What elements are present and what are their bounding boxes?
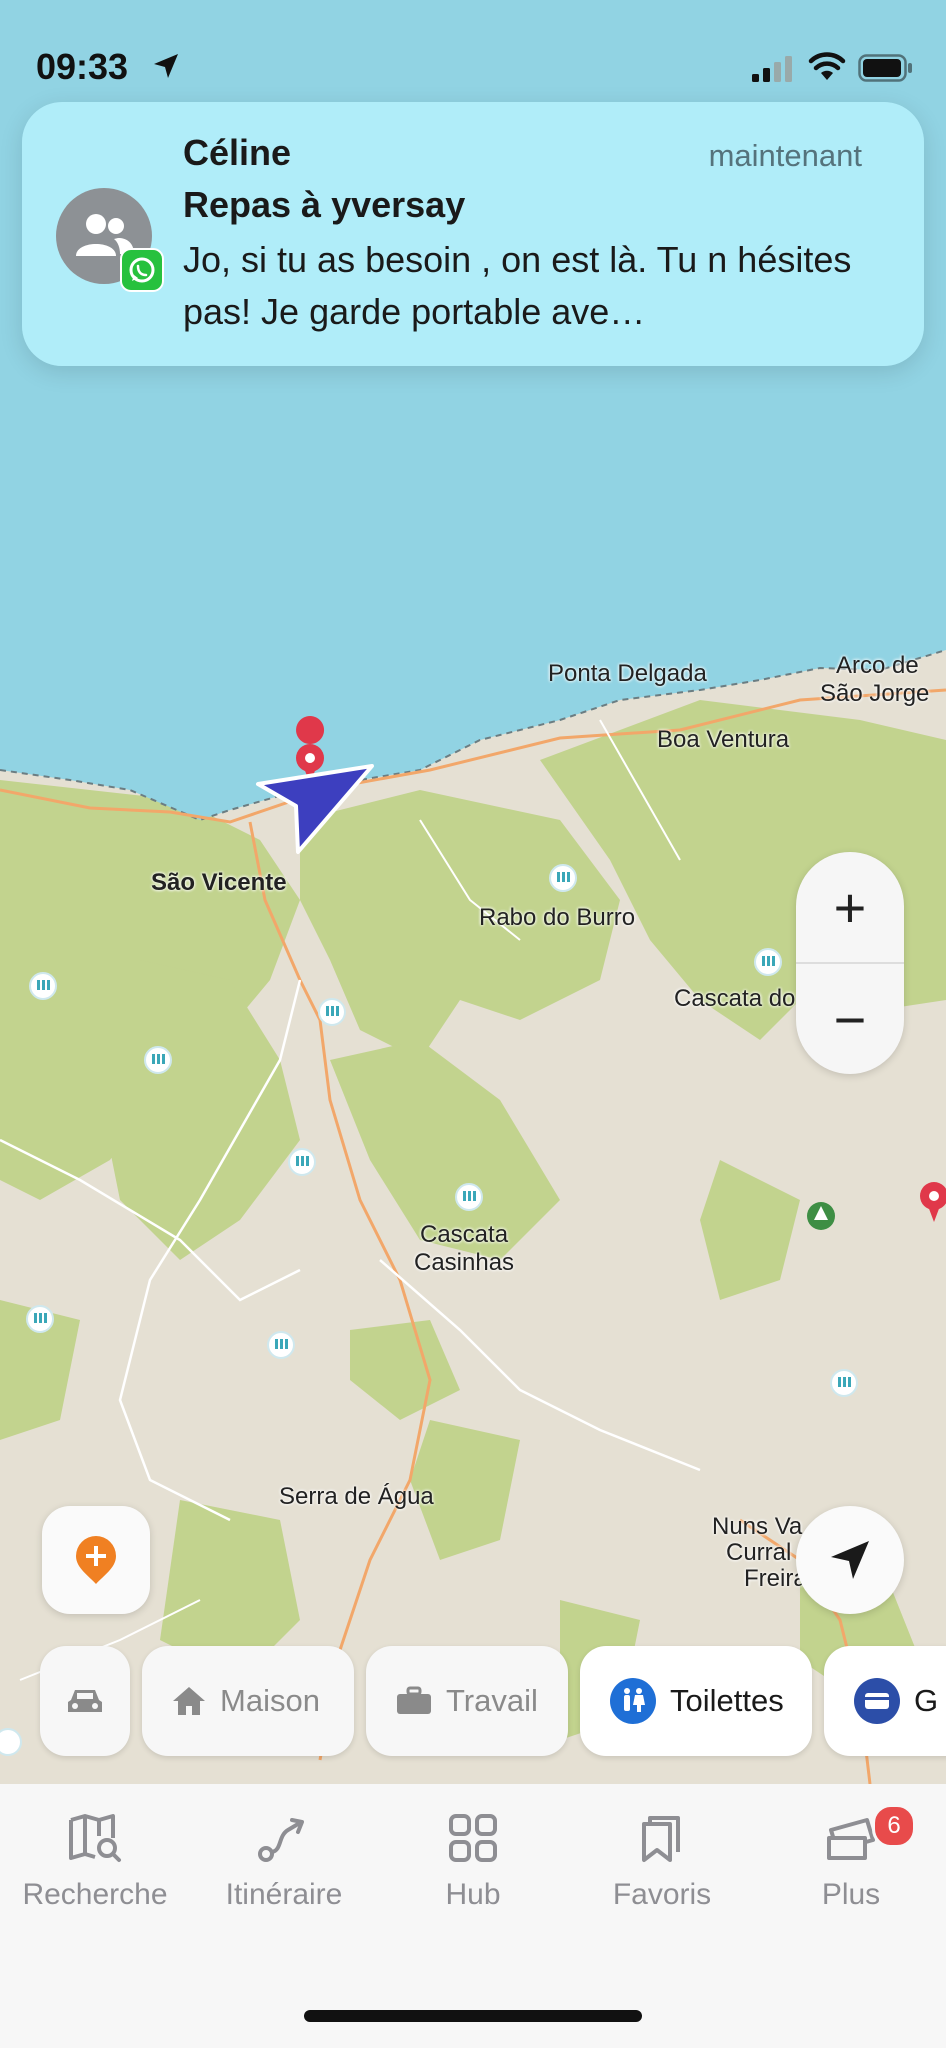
grid-icon bbox=[449, 1814, 497, 1862]
map-label-rabo-do-burro: Rabo do Burro bbox=[479, 904, 636, 931]
map-label-arco-line2: São Jorge bbox=[820, 680, 930, 707]
notification-badge: 6 bbox=[872, 1804, 916, 1848]
tab-favoris-label: Favoris bbox=[612, 1878, 712, 1911]
tab-itineraire[interactable]: Itinéraire bbox=[199, 1812, 369, 1912]
battery-icon bbox=[858, 54, 912, 82]
add-place-button[interactable] bbox=[42, 1506, 150, 1614]
zoom-out-button[interactable]: − bbox=[796, 964, 904, 1074]
chip-toilets[interactable]: Toilettes bbox=[580, 1646, 812, 1756]
chip-car[interactable] bbox=[40, 1646, 130, 1756]
map-label-nuns-line2: Curral bbox=[726, 1539, 792, 1566]
tab-hub-label: Hub bbox=[445, 1878, 501, 1911]
map-label-cascata: Cascata bbox=[420, 1221, 509, 1248]
zoom-in-button[interactable]: + bbox=[796, 852, 904, 962]
map-label-boa-ventura: Boa Ventura bbox=[657, 726, 790, 753]
tickets-icon bbox=[827, 1818, 875, 1860]
car-icon bbox=[68, 1690, 102, 1712]
map-label-ponta-delgada: Ponta Delgada bbox=[548, 660, 707, 687]
map-label-sao-vicente: São Vicente bbox=[151, 869, 287, 896]
notification-title: Repas à yversay bbox=[183, 184, 466, 225]
navigation-arrow-icon bbox=[831, 1541, 869, 1579]
chip-work-label: Travail bbox=[446, 1683, 538, 1718]
notification-sender: Céline bbox=[183, 132, 292, 173]
zoom-control: + − bbox=[796, 852, 904, 1074]
tab-hub[interactable]: Hub bbox=[388, 1812, 558, 1912]
map-label-cascata-do: Cascata do bbox=[674, 985, 796, 1012]
recenter-button[interactable] bbox=[796, 1506, 904, 1614]
card-icon bbox=[854, 1678, 900, 1724]
status-time: 09:33 bbox=[36, 46, 129, 87]
route-icon bbox=[258, 1818, 304, 1862]
chip-atm[interactable]: G bbox=[824, 1646, 946, 1756]
cellular-signal-icon bbox=[752, 56, 792, 82]
tab-itineraire-label: Itinéraire bbox=[225, 1878, 343, 1911]
location-services-icon bbox=[154, 54, 178, 78]
whatsapp-notification-banner[interactable]: Céline maintenant Repas à yversay Jo, si… bbox=[22, 102, 924, 366]
tab-plus[interactable]: 6 Plus bbox=[766, 1804, 936, 1912]
notification-body: Jo, si tu as besoin , on est là. Tu n hé… bbox=[183, 239, 852, 332]
map-label-arco-line1: Arco de bbox=[836, 652, 919, 679]
chip-work[interactable]: Travail bbox=[366, 1646, 568, 1756]
chip-home[interactable]: Maison bbox=[142, 1646, 354, 1756]
map-label-serra-de-agua: Serra de Água bbox=[279, 1483, 434, 1510]
add-pin-icon bbox=[76, 1536, 116, 1584]
toilet-icon bbox=[610, 1678, 656, 1724]
tab-bar: Recherche Itinéraire Hub Favoris 6 Plus bbox=[0, 1784, 946, 2048]
quick-places-bar: Maison Travail Toilettes G bbox=[0, 1646, 946, 1758]
tab-recherche[interactable]: Recherche bbox=[10, 1812, 180, 1912]
map-label-nuns-line1: Nuns Va bbox=[712, 1513, 803, 1540]
chip-toilets-label: Toilettes bbox=[670, 1683, 784, 1718]
bookmark-icon bbox=[642, 1816, 680, 1862]
wifi-icon bbox=[808, 52, 846, 80]
chip-atm-label: G bbox=[914, 1683, 939, 1718]
map-search-icon bbox=[69, 1814, 121, 1862]
chip-home-label: Maison bbox=[220, 1683, 320, 1718]
tab-recherche-label: Recherche bbox=[22, 1878, 168, 1911]
tab-favoris[interactable]: Favoris bbox=[577, 1812, 747, 1912]
briefcase-icon bbox=[397, 1686, 431, 1714]
whatsapp-icon bbox=[120, 248, 164, 292]
tab-plus-label: Plus bbox=[821, 1878, 881, 1911]
home-indicator bbox=[304, 2010, 642, 2022]
notification-time: maintenant bbox=[708, 138, 862, 173]
home-icon bbox=[173, 1687, 205, 1715]
map-label-casinhas: Casinhas bbox=[414, 1249, 515, 1276]
